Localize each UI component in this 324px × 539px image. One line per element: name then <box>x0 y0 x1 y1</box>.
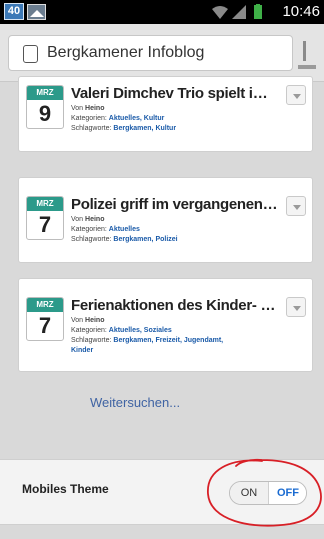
tags-links-continued[interactable]: Kinder <box>71 347 93 354</box>
tags-links[interactable]: Bergkamen, Kultur <box>113 125 176 132</box>
date-month: MRZ <box>27 298 63 312</box>
toggle-on-option[interactable]: ON <box>230 482 269 504</box>
status-bar: 40 10:46 <box>0 0 324 24</box>
page-title[interactable]: Bergkamener Infoblog <box>47 44 204 62</box>
address-bar[interactable]: Bergkamener Infoblog <box>8 35 293 71</box>
post-card[interactable]: MRZ 7 Polizei griff im vergangenen Jah..… <box>18 177 313 263</box>
wifi-icon <box>212 6 228 19</box>
mobile-theme-label: Mobiles Theme <box>22 482 109 496</box>
battery-icon <box>254 4 262 19</box>
categories-label: Kategorien: <box>71 115 107 122</box>
date-day: 9 <box>38 101 52 126</box>
post-menu-button[interactable] <box>286 85 306 105</box>
notification-count-badge: 40 <box>4 3 24 20</box>
post-menu-button[interactable] <box>286 196 306 216</box>
post-title[interactable]: Valeri Dimchev Trio spielt im Tra... <box>71 85 279 102</box>
categories-links[interactable]: Aktuelles, Soziales <box>109 327 172 334</box>
toggle-off-option[interactable]: OFF <box>269 482 306 504</box>
tabs-icon[interactable] <box>23 45 38 63</box>
post-title[interactable]: Ferienaktionen des Kinder- und ... <box>71 297 279 314</box>
signal-icons <box>212 4 262 19</box>
date-badge: MRZ 7 <box>26 297 64 341</box>
date-month: MRZ <box>27 197 63 211</box>
mobile-theme-toggle[interactable]: ON OFF <box>229 481 307 505</box>
categories-label: Kategorien: <box>71 226 107 233</box>
clock: 10:46 <box>282 3 320 20</box>
tags-label: Schlagworte: <box>71 125 112 132</box>
post-menu-button[interactable] <box>286 297 306 317</box>
author-name[interactable]: Heino <box>85 317 104 324</box>
date-badge: MRZ 7 <box>26 196 64 240</box>
categories-links[interactable]: Aktuelles, Kultur <box>109 115 165 122</box>
categories-links[interactable]: Aktuelles <box>109 226 140 233</box>
author-label: Von <box>71 216 84 223</box>
date-month: MRZ <box>27 86 63 100</box>
image-notification-icon <box>27 4 46 20</box>
post-card[interactable]: MRZ 7 Ferienaktionen des Kinder- und ...… <box>18 278 313 372</box>
search-more-link[interactable]: Weitersuchen... <box>90 395 180 410</box>
post-card[interactable]: MRZ 9 Valeri Dimchev Trio spielt im Tra.… <box>18 76 313 152</box>
categories-label: Kategorien: <box>71 327 107 334</box>
overflow-menu-icon[interactable] <box>298 41 316 71</box>
author-name[interactable]: Heino <box>85 216 104 223</box>
tags-label: Schlagworte: <box>71 337 112 344</box>
date-day: 7 <box>38 212 52 237</box>
page-content: MRZ 9 Valeri Dimchev Trio spielt im Tra.… <box>0 76 324 539</box>
tags-links[interactable]: Bergkamen, Freizeit, Jugendamt, <box>113 337 223 344</box>
mobile-theme-panel: Mobiles Theme ON OFF <box>0 459 324 525</box>
author-label: Von <box>71 105 84 112</box>
post-meta: Von Heino Kategorien: Aktuelles, Soziale… <box>71 316 223 356</box>
date-day: 7 <box>38 313 52 338</box>
post-meta: Von Heino Kategorien: Aktuelles, Kultur … <box>71 104 176 134</box>
post-title[interactable]: Polizei griff im vergangenen Jah... <box>71 196 279 213</box>
author-name[interactable]: Heino <box>85 105 104 112</box>
cell-signal-icon <box>232 5 246 19</box>
date-badge: MRZ 9 <box>26 85 64 129</box>
browser-toolbar: Bergkamener Infoblog <box>0 24 324 82</box>
post-meta: Von Heino Kategorien: Aktuelles Schlagwo… <box>71 215 178 245</box>
tags-label: Schlagworte: <box>71 236 112 243</box>
author-label: Von <box>71 317 84 324</box>
tags-links[interactable]: Bergkamen, Polizei <box>113 236 177 243</box>
